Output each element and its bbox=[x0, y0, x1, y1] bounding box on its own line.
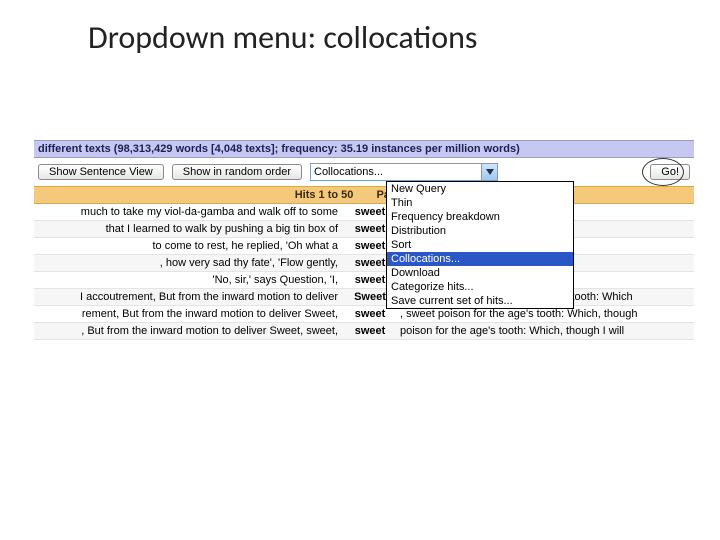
table-row[interactable]: I accoutrement, But from the inward moti… bbox=[34, 289, 694, 306]
hits-bar: Hits 1 to 50 Page 1 / 70 bbox=[34, 186, 694, 204]
right-context: poison for the age's tooth: Which, thoug… bbox=[396, 325, 694, 337]
right-context: , sweet poison for the age's tooth: Whic… bbox=[396, 308, 694, 320]
left-context: I accoutrement, But from the inward moti… bbox=[34, 291, 344, 303]
table-row[interactable]: that I learned to walk by pushing a big … bbox=[34, 221, 694, 238]
left-context: 'No, sir,' says Question, 'I, bbox=[34, 274, 344, 286]
table-row[interactable]: rement, But from the inward motion to de… bbox=[34, 306, 694, 323]
action-dropdown[interactable]: New QueryThinFrequency breakdownDistribu… bbox=[386, 181, 574, 309]
page-title: Dropdown menu: collocations bbox=[0, 0, 720, 57]
action-select-value: Collocations... bbox=[314, 166, 383, 178]
left-context: , But from the inward motion to deliver … bbox=[34, 325, 344, 337]
action-select[interactable]: Collocations... bbox=[310, 163, 498, 181]
show-random-button[interactable]: Show in random order bbox=[172, 164, 302, 180]
dropdown-item[interactable]: Categorize hits... bbox=[387, 280, 573, 294]
concordance-rows: much to take my viol-da-gamba and walk o… bbox=[34, 204, 694, 340]
left-context: to come to rest, he replied, 'Oh what a bbox=[34, 240, 344, 252]
left-context: much to take my viol-da-gamba and walk o… bbox=[34, 206, 344, 218]
table-row[interactable]: , how very sad thy fate', 'Flow gently,s… bbox=[34, 255, 694, 272]
dropdown-item[interactable]: Sort bbox=[387, 238, 573, 252]
keyword: sweet bbox=[344, 308, 396, 320]
dropdown-item[interactable]: Collocations... bbox=[387, 252, 573, 266]
dropdown-item[interactable]: Distribution bbox=[387, 224, 573, 238]
dropdown-item[interactable]: Thin bbox=[387, 196, 573, 210]
dropdown-item[interactable]: Save current set of hits... bbox=[387, 294, 573, 308]
table-row[interactable]: , But from the inward motion to deliver … bbox=[34, 323, 694, 340]
hits-range: Hits 1 to 50 bbox=[295, 189, 354, 201]
left-context: rement, But from the inward motion to de… bbox=[34, 308, 344, 320]
corpus-app: different texts (98,313,429 words [4,048… bbox=[34, 140, 694, 340]
left-context: , how very sad thy fate', 'Flow gently, bbox=[34, 257, 344, 269]
chevron-down-icon bbox=[481, 164, 497, 180]
table-row[interactable]: 'No, sir,' says Question, 'I,sweetu, as … bbox=[34, 272, 694, 289]
dropdown-item[interactable]: New Query bbox=[387, 182, 573, 196]
keyword: sweet bbox=[344, 325, 396, 337]
dropdown-item[interactable]: Frequency breakdown bbox=[387, 210, 573, 224]
table-row[interactable]: to come to rest, he replied, 'Oh what as… bbox=[34, 238, 694, 255]
go-button[interactable]: Go! bbox=[650, 164, 690, 180]
dropdown-item[interactable]: Download bbox=[387, 266, 573, 280]
show-sentence-button[interactable]: Show Sentence View bbox=[38, 164, 164, 180]
toolbar: Show Sentence View Show in random order … bbox=[34, 158, 694, 186]
left-context: that I learned to walk by pushing a big … bbox=[34, 223, 344, 235]
table-row[interactable]: much to take my viol-da-gamba and walk o… bbox=[34, 204, 694, 221]
stats-bar: different texts (98,313,429 words [4,048… bbox=[34, 140, 694, 158]
